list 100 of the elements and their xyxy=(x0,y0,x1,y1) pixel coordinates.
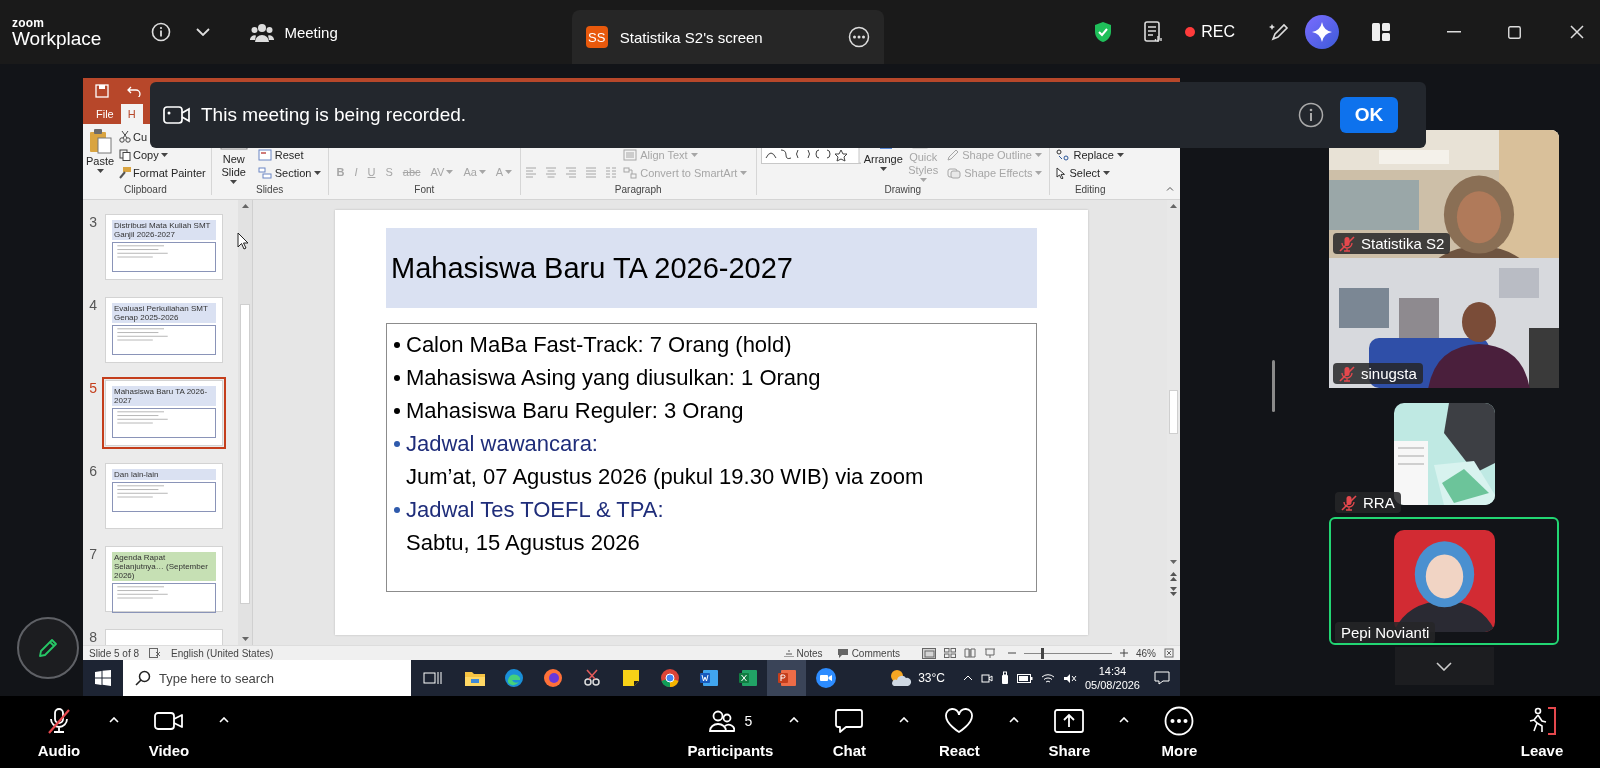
wifi-icon[interactable] xyxy=(1040,672,1055,684)
paste-icon xyxy=(88,128,112,154)
notes-button[interactable]: Notes xyxy=(796,647,823,659)
ribbon-tab[interactable]: File xyxy=(89,104,121,124)
thumbnail-title: Agenda Rapat Selanjutnya… (September 2026) xyxy=(112,552,216,581)
react-button[interactable]: React xyxy=(919,696,1000,768)
scroll-down-icon[interactable] xyxy=(1170,560,1177,564)
next-slide-icon[interactable] xyxy=(1170,587,1177,596)
audio-button[interactable]: Audio xyxy=(19,696,99,768)
logo-text: zoom xyxy=(12,16,46,29)
pen-sparkle-icon[interactable] xyxy=(1269,21,1291,43)
notes-icon[interactable] xyxy=(1143,20,1164,44)
ai-assistant-icon[interactable] xyxy=(1305,15,1339,49)
search-field[interactable]: Type here to search xyxy=(159,660,411,696)
pencil-icon xyxy=(36,636,60,660)
group-label: Paragraph xyxy=(613,183,663,197)
chevron-down-icon[interactable] xyxy=(196,28,211,36)
slide-thumbnail[interactable]: Dan lain-lain xyxy=(105,463,223,529)
clock-time[interactable]: 14:34 xyxy=(1098,664,1127,678)
slide-thumbnail[interactable]: Evaluasi Perkuliahan SMT Genap 2025-2026 xyxy=(105,297,223,363)
scroll-up-icon[interactable] xyxy=(1170,204,1177,208)
meeting-menu[interactable]: Meeting xyxy=(284,23,338,41)
info-icon[interactable] xyxy=(1298,102,1324,128)
notification-icon[interactable] xyxy=(1154,671,1170,685)
spelling-icon[interactable] xyxy=(149,648,162,658)
people-icon[interactable] xyxy=(250,22,275,42)
more-button[interactable]: More xyxy=(1139,696,1220,768)
ribbon-button[interactable]: Paste xyxy=(85,128,115,182)
video-button[interactable]: Video xyxy=(129,696,209,768)
ribbon-tab[interactable]: H xyxy=(120,104,143,124)
slide-number: 3 xyxy=(88,214,98,232)
reading-view-icon[interactable] xyxy=(964,648,976,658)
info-icon[interactable] xyxy=(150,21,173,43)
scrollbar-thumb[interactable] xyxy=(1169,390,1178,434)
minimize-icon[interactable] xyxy=(1447,31,1461,33)
caret-up-icon[interactable] xyxy=(1119,717,1130,723)
ribbon-button[interactable]: Select xyxy=(1054,164,1113,182)
shield-check-icon[interactable] xyxy=(1093,21,1114,43)
comments-button[interactable]: Comments xyxy=(851,647,900,659)
windows-start-icon[interactable] xyxy=(95,670,111,686)
slide-thumbnail[interactable]: Agenda Rapat Selanjutnya… (September 2026) xyxy=(105,546,223,612)
participant-name: Pepi Novianti xyxy=(1341,624,1430,641)
caret-up-icon[interactable] xyxy=(109,717,119,723)
recording-label[interactable]: REC xyxy=(1201,23,1235,41)
shared-screen-title: Statistika S2's screen xyxy=(619,28,763,46)
usb-drive-icon[interactable] xyxy=(1000,671,1009,685)
slideshow-icon[interactable] xyxy=(984,648,996,658)
maximize-icon[interactable] xyxy=(1508,25,1521,39)
resize-handle[interactable] xyxy=(1272,360,1275,412)
slider-thumb[interactable] xyxy=(1040,647,1044,659)
ribbon-button[interactable]: Cu xyxy=(119,128,148,146)
chat-button[interactable]: Chat xyxy=(809,696,890,768)
clock-date[interactable]: 05/08/2026 xyxy=(1084,678,1140,692)
normal-view-icon[interactable] xyxy=(922,647,936,659)
weather-temperature[interactable]: 33°C xyxy=(918,671,945,685)
slide-thumbnail[interactable]: Distribusi Mata Kuliah SMT Ganjil 2026-2027 xyxy=(105,214,223,280)
layout-icon[interactable] xyxy=(1371,22,1391,42)
brush-icon xyxy=(119,167,131,179)
scroll-down-icon[interactable] xyxy=(241,637,249,641)
participants-button[interactable]: 5 Participants xyxy=(681,696,780,768)
bullet-dot xyxy=(394,506,400,513)
ok-button[interactable]: OK xyxy=(1340,97,1398,133)
language-label[interactable]: English (United States) xyxy=(171,647,274,659)
speaker-muted-icon[interactable] xyxy=(1062,672,1077,684)
more-icon[interactable] xyxy=(847,26,870,48)
zoom-percent[interactable]: 46% xyxy=(1136,647,1156,659)
task-view-icon[interactable] xyxy=(423,670,443,686)
close-icon[interactable] xyxy=(1570,25,1584,39)
ribbon-button[interactable]: Format Painter xyxy=(119,164,206,182)
recording-dot xyxy=(1185,27,1196,37)
caret-up-icon[interactable] xyxy=(219,717,229,723)
scrollbar-thumb[interactable] xyxy=(240,304,250,604)
camera-icon xyxy=(163,105,191,125)
slide-thumbnail[interactable]: Mahasiswa Baru TA 2026-2027 xyxy=(105,380,223,446)
ribbon-button[interactable]: Copy xyxy=(119,146,168,164)
slide-number: 6 xyxy=(88,463,98,481)
fit-to-window-icon[interactable] xyxy=(1164,648,1174,658)
previous-slide-icon[interactable] xyxy=(1170,572,1177,581)
caret-up-icon[interactable] xyxy=(1009,717,1020,723)
caret-up-icon[interactable] xyxy=(789,717,800,723)
share-button[interactable]: Share xyxy=(1029,696,1110,768)
chevron-up-icon[interactable] xyxy=(962,675,973,681)
wave-circle-icon xyxy=(503,668,524,688)
leave-icon xyxy=(1527,705,1557,736)
group-label: Font xyxy=(413,183,436,197)
scroll-up-icon[interactable] xyxy=(241,204,249,208)
leave-button[interactable]: Leave xyxy=(1502,696,1582,768)
save-icon[interactable] xyxy=(95,84,109,98)
ribbon-button[interactable]: Section xyxy=(255,164,324,182)
battery-icon[interactable] xyxy=(1016,673,1033,683)
slide-sorter-icon[interactable] xyxy=(944,648,956,658)
zoom-in-icon[interactable] xyxy=(1120,649,1128,657)
group-label: Clipboard xyxy=(122,183,168,197)
copy-icon xyxy=(119,149,131,161)
undo-icon[interactable] xyxy=(127,85,141,97)
ribbon-button[interactable]: Replace xyxy=(1054,146,1126,164)
fox-globe-icon xyxy=(542,668,563,688)
caret-up-icon[interactable] xyxy=(899,717,910,723)
thumbnail-title: Mahasiswa Baru TA 2026-2027 xyxy=(112,386,216,406)
ribbon-button[interactable]: Reset xyxy=(255,146,306,164)
